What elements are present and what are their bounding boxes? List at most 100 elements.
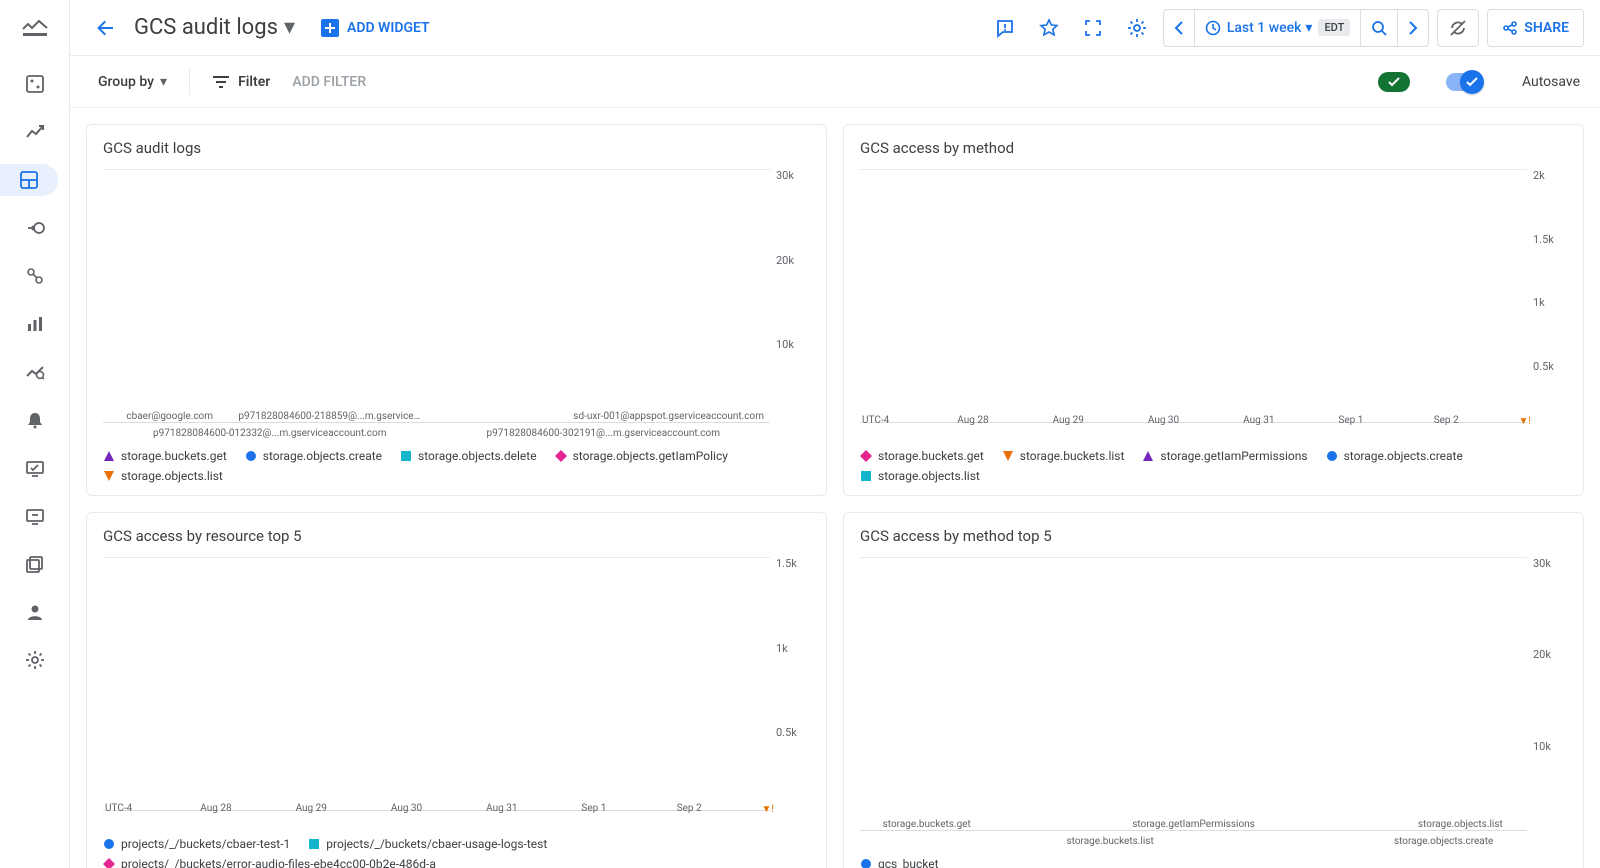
y-tick: 30k bbox=[1533, 557, 1551, 570]
autosave-label: Autosave bbox=[1522, 74, 1580, 90]
chart-card-gcs_access_by_method: GCS access by method ▼! UTC-4Aug 28Aug 2… bbox=[843, 124, 1584, 496]
legend-item[interactable]: projects/_/buckets/cbaer-usage-logs-test bbox=[308, 837, 547, 851]
legend-item[interactable]: gcs_bucket bbox=[860, 857, 939, 868]
autosave-toggle[interactable] bbox=[1446, 73, 1482, 91]
legend-marker-icon bbox=[1326, 450, 1338, 462]
saved-status-icon bbox=[1378, 72, 1410, 92]
nav-metrics[interactable] bbox=[13, 116, 57, 148]
legend-marker-icon bbox=[103, 450, 115, 462]
timezone-chip[interactable]: EDT bbox=[1318, 19, 1350, 36]
chart-title: GCS access by method top 5 bbox=[860, 527, 1567, 545]
group-by-dropdown[interactable]: Group by ▾ bbox=[90, 68, 175, 96]
legend-item[interactable]: storage.buckets.list bbox=[1002, 449, 1125, 463]
legend-item[interactable]: storage.objects.delete bbox=[400, 449, 537, 463]
legend-label: projects/_/buckets/error-audio-files-ebe… bbox=[121, 857, 436, 868]
nav-dashboards[interactable] bbox=[0, 164, 58, 196]
chart-plot[interactable]: ▼! UTC-4Aug 28Aug 29Aug 30Aug 31Sep 1Sep… bbox=[860, 165, 1527, 443]
feedback-icon[interactable] bbox=[987, 10, 1023, 46]
legend-marker-icon bbox=[860, 858, 872, 868]
nav-uptime[interactable] bbox=[13, 452, 57, 484]
legend-marker-icon bbox=[400, 450, 412, 462]
nav-alerts[interactable] bbox=[13, 404, 57, 436]
legend-label: projects/_/buckets/cbaer-usage-logs-test bbox=[326, 837, 547, 851]
topbar: GCS audit logs ▾ ADD WIDGET Last 1 week … bbox=[70, 0, 1600, 56]
time-next-button[interactable] bbox=[1398, 10, 1428, 46]
y-axis: 2k 1.5k 1k 0.5k bbox=[1527, 165, 1567, 443]
legend-label: storage.buckets.get bbox=[878, 449, 984, 463]
nav-synthetic[interactable] bbox=[13, 500, 57, 532]
chart-card-gcs_audit_logs: GCS audit logs △ cbaer@google.com p97182… bbox=[86, 124, 827, 496]
time-range-select[interactable]: Last 1 week ▾ EDT bbox=[1195, 10, 1361, 46]
legend-item[interactable]: storage.objects.list bbox=[103, 469, 223, 483]
fullscreen-icon[interactable] bbox=[1075, 10, 1111, 46]
nav-settings[interactable] bbox=[13, 644, 57, 676]
filter-button[interactable]: Filter bbox=[204, 68, 278, 96]
legend-marker-icon bbox=[860, 450, 872, 462]
add-filter-button[interactable]: ADD FILTER bbox=[292, 74, 366, 90]
legend-label: storage.objects.delete bbox=[418, 449, 537, 463]
chart-plot[interactable]: ▼! UTC-4Aug 28Aug 29Aug 30Aug 31Sep 1Sep… bbox=[103, 553, 770, 831]
nav-services[interactable] bbox=[13, 212, 57, 244]
legend-label: storage.getIamPermissions bbox=[1160, 449, 1307, 463]
legend-marker-icon bbox=[308, 838, 320, 850]
legend: gcs_bucket bbox=[860, 857, 1567, 868]
y-tick: 30k bbox=[776, 169, 794, 182]
nav-user[interactable] bbox=[13, 596, 57, 628]
legend-label: storage.objects.create bbox=[1344, 449, 1463, 463]
group-by-label: Group by bbox=[98, 74, 154, 90]
y-tick: 2k bbox=[1533, 169, 1545, 182]
legend-item[interactable]: storage.buckets.get bbox=[103, 449, 227, 463]
y-tick: 0.5k bbox=[1533, 360, 1554, 373]
share-button[interactable]: SHARE bbox=[1487, 9, 1584, 47]
legend-label: projects/_/buckets/cbaer-test-1 bbox=[121, 837, 290, 851]
legend-label: storage.buckets.get bbox=[121, 449, 227, 463]
chart-plot[interactable]: storage.buckets.get storage.getIamPermis… bbox=[860, 553, 1527, 851]
y-tick: 10k bbox=[1533, 740, 1551, 753]
nav-bar-chart[interactable] bbox=[13, 308, 57, 340]
legend-item[interactable]: storage.objects.create bbox=[245, 449, 382, 463]
legend-marker-icon bbox=[555, 450, 567, 462]
legend-item[interactable]: storage.objects.create bbox=[1326, 449, 1463, 463]
legend-item[interactable]: projects/_/buckets/error-audio-files-ebe… bbox=[103, 857, 436, 868]
chart-card-gcs_access_by_method_top5: GCS access by method top 5 storage.bucke… bbox=[843, 512, 1584, 868]
chart-plot[interactable]: △ cbaer@google.com p971828084600-218859@… bbox=[103, 165, 770, 443]
star-icon[interactable] bbox=[1031, 10, 1067, 46]
auto-refresh-off-icon[interactable] bbox=[1437, 9, 1479, 47]
legend-item[interactable]: storage.objects.getIamPolicy bbox=[555, 449, 728, 463]
legend-label: storage.objects.list bbox=[121, 469, 223, 483]
legend-marker-icon bbox=[103, 470, 115, 482]
legend-item[interactable]: storage.buckets.get bbox=[860, 449, 984, 463]
legend: projects/_/buckets/cbaer-test-1 projects/… bbox=[103, 837, 810, 868]
dashboard-title[interactable]: GCS audit logs bbox=[134, 15, 278, 40]
title-dropdown-icon[interactable]: ▾ bbox=[284, 15, 295, 40]
y-axis: 30k20k10k bbox=[1527, 553, 1567, 851]
legend-item[interactable]: storage.getIamPermissions bbox=[1142, 449, 1307, 463]
back-button[interactable] bbox=[86, 8, 126, 48]
product-logo-icon bbox=[15, 6, 55, 46]
y-axis: 30k 20k 10k bbox=[770, 165, 810, 443]
gear-icon[interactable] bbox=[1119, 10, 1155, 46]
y-axis: 1.5k1k0.5k bbox=[770, 553, 810, 831]
legend-marker-icon bbox=[245, 450, 257, 462]
add-widget-button[interactable]: ADD WIDGET bbox=[321, 19, 430, 37]
chart-title: GCS access by method bbox=[860, 139, 1567, 157]
y-tick: 1.5k bbox=[1533, 233, 1554, 246]
legend-marker-icon bbox=[860, 470, 872, 482]
chart-title: GCS access by resource top 5 bbox=[103, 527, 810, 545]
zoom-icon[interactable] bbox=[1361, 10, 1398, 46]
nav-overview[interactable] bbox=[13, 68, 57, 100]
legend-item[interactable]: storage.objects.list bbox=[860, 469, 980, 483]
legend-item[interactable]: projects/_/buckets/cbaer-test-1 bbox=[103, 837, 290, 851]
time-prev-button[interactable] bbox=[1164, 10, 1195, 46]
nav-groups[interactable] bbox=[13, 548, 57, 580]
filter-bar: Group by ▾ Filter ADD FILTER Autosave bbox=[70, 56, 1600, 108]
y-tick: 0.5k bbox=[776, 726, 797, 739]
legend-marker-icon bbox=[103, 858, 115, 868]
sidebar bbox=[0, 0, 70, 868]
y-tick: 10k bbox=[776, 338, 794, 351]
legend-marker-icon bbox=[1142, 450, 1154, 462]
nav-slo[interactable] bbox=[13, 260, 57, 292]
y-tick: 20k bbox=[776, 254, 794, 267]
y-tick: 1k bbox=[1533, 296, 1545, 309]
nav-explore[interactable] bbox=[13, 356, 57, 388]
